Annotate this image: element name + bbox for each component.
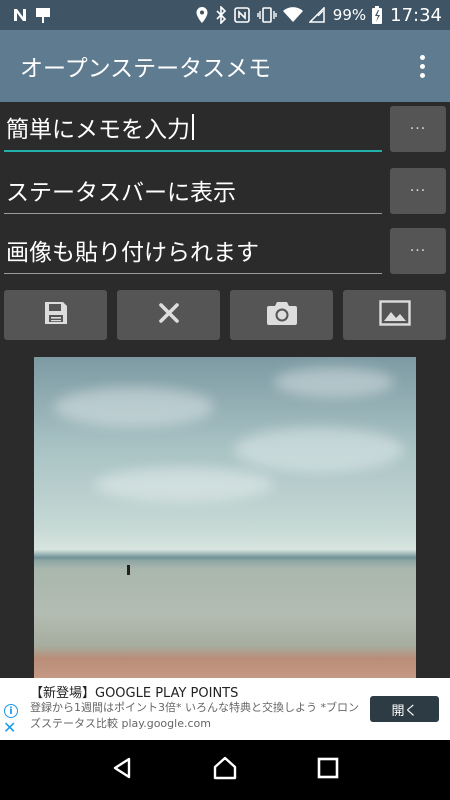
photo-cloud [234,427,404,472]
ad-open-button[interactable]: 開く [370,696,439,722]
save-button[interactable] [4,290,107,340]
recents-button[interactable] [308,750,348,790]
save-icon [43,300,69,330]
nfc-icon [233,6,251,24]
memo-input-2-text: ステータスバーに表示 [6,179,236,206]
main-content: 簡単にメモを入力 ··· ステータスバーに表示 ··· 画像も貼り付けられます … [0,102,450,678]
memo-row-2: ステータスバーに表示 ··· [4,166,446,216]
status-bar-system: 99% 17:34 [195,5,442,26]
photo-cloud [94,467,274,502]
memo-row-1: 簡単にメモを入力 ··· [4,104,446,154]
navigation-bar [0,740,450,800]
battery-icon [372,6,383,24]
image-button[interactable] [343,290,446,340]
battery-percent: 99% [332,6,367,24]
signal-icon [308,6,325,24]
memo-input-2[interactable]: ステータスバーに表示 [4,166,382,214]
memo-1-options-button[interactable]: ··· [390,106,446,152]
clock: 17:34 [390,4,442,26]
ad-body: 登録から1週間はポイント3倍* いろんな特典と交換しよう *ブロンズステータス比… [30,701,359,730]
memo-input-1-text: 簡単にメモを入力 [6,117,190,143]
camera-icon [266,300,298,330]
home-icon [212,755,238,785]
ad-banner[interactable]: i ✕ 【新登場】GOOGLE PLAY POINTS 登録から1週間はポイント… [0,678,450,740]
text-caret [192,114,194,140]
attached-photo [34,357,416,678]
photo-cloud [274,367,394,397]
image-icon [378,300,411,330]
app-bar: オープンステータスメモ [0,30,450,102]
camera-button[interactable] [230,290,333,340]
overflow-menu-icon[interactable] [410,51,434,81]
memo-3-options-button[interactable]: ··· [390,228,446,274]
memo-input-3-text: 画像も貼り付けられます [6,239,259,266]
ad-close-icon[interactable]: ✕ [3,720,16,736]
clear-icon [158,302,180,328]
photo-person [127,565,130,575]
recents-icon [317,757,339,783]
memo-input-3[interactable]: 画像も貼り付けられます [4,226,382,274]
home-button[interactable] [205,750,245,790]
flag-notification-icon [34,6,52,24]
status-bar-notifications [12,6,52,24]
status-bar: 99% 17:34 [0,0,450,30]
clear-button[interactable] [117,290,220,340]
ad-info-icon[interactable]: i [4,704,18,718]
ad-title: 【新登場】GOOGLE PLAY POINTS [30,686,239,701]
memo-2-options-button[interactable]: ··· [390,168,446,214]
n-notification-icon [12,6,28,24]
wifi-icon [282,6,303,24]
action-toolbar [4,290,446,340]
vibrate-icon [257,6,277,24]
bluetooth-icon [215,6,227,24]
back-icon [110,756,134,784]
photo-cloud [54,387,214,427]
app-title: オープンステータスメモ [20,56,272,82]
memo-row-3: 画像も貼り付けられます ··· [4,226,446,276]
memo-input-1[interactable]: 簡単にメモを入力 [4,104,382,152]
location-icon [195,6,209,24]
back-button[interactable] [102,750,142,790]
